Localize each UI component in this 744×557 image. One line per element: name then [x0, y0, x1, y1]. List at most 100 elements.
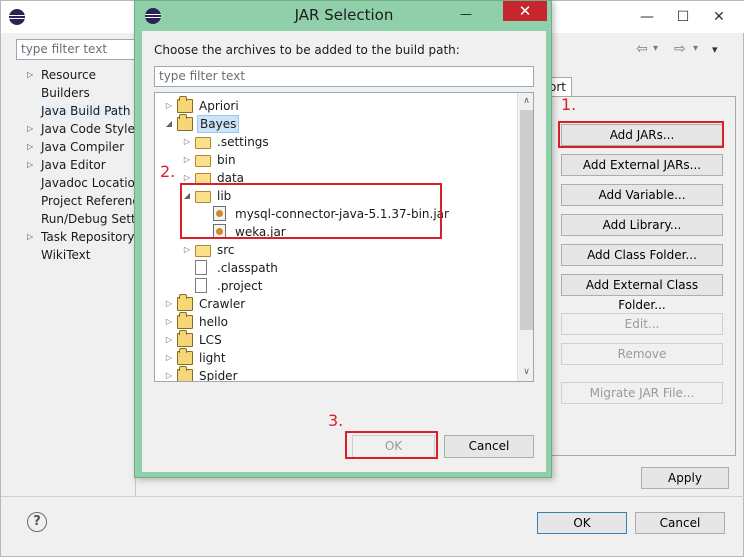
tree-row[interactable]: ▷ src: [155, 241, 515, 259]
tree-row[interactable]: ▷ Apriori: [155, 96, 515, 115]
property-page-label: Java Code Style: [41, 122, 135, 136]
property-page-label: Java Editor: [41, 158, 106, 172]
back-menu-icon[interactable]: ▾: [653, 43, 658, 54]
property-page-label: Task Repository: [41, 230, 135, 244]
annotation-box-2: [180, 183, 442, 239]
tree-row[interactable]: .classpath: [155, 259, 515, 277]
expand-arrow-icon[interactable]: ▷: [27, 120, 33, 138]
tree-row[interactable]: ▷ hello: [155, 312, 515, 331]
expand-arrow-icon[interactable]: ▷: [27, 138, 33, 156]
property-page-item[interactable]: Javadoc Locatio: [21, 174, 137, 192]
expand-arrow-icon[interactable]: ▷: [181, 241, 193, 259]
tree-item-label: Bayes: [197, 115, 240, 133]
forward-menu-icon[interactable]: ▾: [693, 43, 698, 54]
tree-item-label: light: [199, 351, 226, 365]
collapse-arrow-icon[interactable]: ◢: [163, 115, 175, 133]
expand-arrow-icon[interactable]: ▷: [163, 295, 175, 313]
annotation-box-1: [558, 121, 724, 148]
property-page-item[interactable]: ▷ Java Editor: [21, 156, 137, 174]
expand-arrow-icon[interactable]: ▷: [163, 97, 175, 115]
migrate-jar-button[interactable]: Migrate JAR File...: [561, 382, 723, 404]
expand-arrow-icon[interactable]: ▷: [27, 228, 33, 246]
annotation-box-3: [345, 431, 438, 459]
minimize-button[interactable]: —: [633, 7, 661, 27]
filter-input[interactable]: type filter text: [16, 39, 136, 60]
dialog-minimize-button[interactable]: —: [455, 5, 477, 23]
property-page-label: Run/Debug Setti: [41, 212, 140, 226]
scroll-down-icon[interactable]: ∨: [518, 364, 533, 381]
expand-arrow-icon[interactable]: ▷: [181, 133, 193, 151]
dialog-close-button[interactable]: ✕: [503, 1, 547, 21]
folder-icon: [195, 155, 211, 167]
edit-button[interactable]: Edit...: [561, 313, 723, 335]
annotation-step-2: 2.: [160, 162, 176, 181]
tree-item-label: LCS: [199, 333, 222, 347]
forward-icon[interactable]: ⇨: [674, 41, 686, 57]
property-page-label: WikiText: [41, 248, 91, 262]
dialog-title: JAR Selection: [294, 6, 394, 24]
add-variable-button[interactable]: Add Variable...: [561, 184, 723, 206]
expand-arrow-icon[interactable]: ▷: [163, 349, 175, 367]
expand-arrow-icon[interactable]: ▷: [163, 331, 175, 349]
expand-arrow-icon[interactable]: ▷: [181, 151, 193, 169]
add-library-button[interactable]: Add Library...: [561, 214, 723, 236]
tree-row[interactable]: ▷ LCS: [155, 330, 515, 349]
property-page-item[interactable]: ▷ Resource: [21, 66, 137, 84]
expand-arrow-icon[interactable]: ▷: [163, 367, 175, 381]
footer-divider: [1, 496, 744, 497]
property-page-label: Java Build Path: [41, 104, 131, 118]
property-pages-tree: ▷ Resource Builders Java Build Path ▷ Java Co…: [21, 66, 140, 264]
expand-arrow-icon[interactable]: ▷: [27, 156, 33, 174]
scroll-thumb[interactable]: [520, 110, 533, 330]
help-icon[interactable]: ?: [27, 512, 47, 532]
property-page-item[interactable]: WikiText: [21, 246, 137, 264]
tree-item-label: .settings: [217, 135, 269, 149]
tree-row[interactable]: ▷ .settings: [155, 133, 515, 151]
back-icon[interactable]: ⇦: [636, 41, 648, 57]
property-page-item[interactable]: Project Referenc: [21, 192, 139, 210]
tree-row[interactable]: ▷ Spider: [155, 366, 515, 382]
folder-icon: [195, 137, 211, 149]
expand-arrow-icon[interactable]: ▷: [163, 313, 175, 331]
tree-item-label: Spider: [199, 369, 238, 382]
file-icon: [195, 260, 207, 275]
tree-item-label: Crawler: [199, 297, 246, 311]
maximize-button[interactable]: ☐: [669, 7, 697, 27]
tree-row[interactable]: .project: [155, 277, 515, 295]
tree-scrollbar[interactable]: ∧ ∨: [517, 93, 533, 381]
dialog-cancel-button[interactable]: Cancel: [444, 435, 534, 458]
property-page-item[interactable]: Run/Debug Setti: [21, 210, 140, 228]
file-icon: [195, 278, 207, 293]
property-page-item[interactable]: Java Build Path: [21, 102, 137, 120]
annotation-step-3: 3.: [328, 411, 344, 430]
archive-filter-input[interactable]: type filter text: [154, 66, 534, 87]
property-page-item[interactable]: ▷ Java Compiler: [21, 138, 137, 156]
property-page-item[interactable]: ▷ Task Repository: [21, 228, 137, 246]
dialog-message: Choose the archives to be added to the b…: [154, 43, 460, 57]
tree-item-label: Apriori: [199, 99, 239, 113]
add-class-folder-button[interactable]: Add Class Folder...: [561, 244, 723, 266]
add-external-class-folder-button[interactable]: Add External Class Folder...: [561, 274, 723, 312]
tree-row[interactable]: ▷ bin: [155, 151, 515, 169]
close-button[interactable]: ✕: [705, 7, 733, 27]
cancel-button[interactable]: Cancel: [635, 512, 725, 534]
property-page-item[interactable]: ▷ Java Code Style: [21, 120, 137, 138]
property-page-label: Java Compiler: [41, 140, 125, 154]
folder-icon: [195, 245, 211, 257]
ok-button[interactable]: OK: [537, 512, 627, 534]
remove-button[interactable]: Remove: [561, 343, 723, 365]
tree-row[interactable]: ▷ Crawler: [155, 294, 515, 313]
property-page-item[interactable]: Builders: [21, 84, 137, 102]
dialog-body: Choose the archives to be added to the b…: [142, 31, 546, 472]
tree-row[interactable]: ◢ Bayes: [155, 114, 515, 133]
nav-arrows: ⇦ ▾ ⇨ ▾ ▾: [636, 41, 736, 61]
project-icon: [177, 294, 193, 311]
view-menu-icon[interactable]: ▾: [712, 43, 718, 56]
add-external-jars-button[interactable]: Add External JARs...: [561, 154, 723, 176]
project-icon: [177, 312, 193, 329]
annotation-step-1: 1.: [561, 95, 577, 114]
tree-row[interactable]: ▷ light: [155, 348, 515, 367]
scroll-up-icon[interactable]: ∧: [518, 93, 533, 110]
expand-arrow-icon[interactable]: ▷: [27, 66, 33, 84]
apply-button[interactable]: Apply: [641, 467, 729, 489]
